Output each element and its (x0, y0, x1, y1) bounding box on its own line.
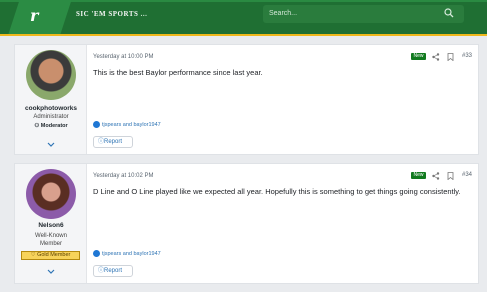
reactions-bar[interactable]: tjspears and baylor1947 (93, 250, 161, 257)
post-time[interactable]: Yesterday at 10:02 PM (93, 173, 153, 179)
avatar[interactable] (26, 169, 76, 219)
report-button[interactable]: ⓘReport (93, 136, 133, 148)
page-gutter (0, 285, 487, 292)
username[interactable]: Nelson6 (15, 222, 87, 229)
post-number[interactable]: #33 (462, 53, 472, 59)
username[interactable]: cookphotoworks (15, 105, 87, 112)
site-logo[interactable]: r (30, 6, 38, 25)
moderator-badge: ⚇ Moderator (15, 123, 87, 129)
logo-box[interactable] (8, 0, 72, 34)
gold-label: Gold Member (37, 252, 71, 258)
header-stripe (0, 0, 487, 2)
brand-text: SIC 'EM SPORTS (76, 10, 139, 18)
site-header: r SIC 'EM SPORTS ... Search... (0, 0, 487, 36)
user-column: cookphotoworks Administrator ⚇ Moderator (15, 45, 87, 154)
share-icon[interactable] (432, 53, 440, 61)
post-number[interactable]: #34 (462, 172, 472, 178)
report-label: Report (104, 139, 123, 145)
role-label: Moderator (40, 123, 68, 129)
report-button[interactable]: ⓘReport (93, 265, 133, 277)
reactions-text[interactable]: tjspears and baylor1947 (102, 251, 161, 257)
bookmark-icon[interactable] (447, 53, 454, 61)
post-time[interactable]: Yesterday at 10:00 PM (93, 54, 153, 60)
post: Nelson6 Well-Known Member ♡ Gold Member … (14, 163, 479, 284)
reaction-icon (93, 250, 100, 257)
message-area: Yesterday at 10:02 PM New #34 D Line and… (93, 164, 478, 283)
avatar[interactable] (26, 50, 76, 100)
new-badge: New (411, 172, 426, 179)
reactions-text[interactable]: tjspears and baylor1947 (102, 122, 161, 128)
post-body: D Line and O Line played like we expecte… (93, 187, 461, 196)
post-body: This is the best Baylor performance sinc… (93, 68, 263, 77)
new-badge: New (411, 53, 426, 60)
message-area: Yesterday at 10:00 PM New #33 This is th… (93, 45, 478, 154)
reaction-icon (93, 121, 100, 128)
search-placeholder: Search... (269, 10, 298, 17)
chevron-down-icon[interactable] (47, 269, 55, 275)
report-label: Report (104, 268, 123, 274)
user-column: Nelson6 Well-Known Member ♡ Gold Member (15, 164, 87, 283)
page-gutter (0, 37, 487, 44)
user-title-line2: Member (39, 241, 62, 247)
share-icon[interactable] (432, 172, 440, 180)
bookmark-icon[interactable] (447, 172, 454, 180)
search-icon[interactable] (444, 8, 454, 18)
site-brand[interactable]: SIC 'EM SPORTS ... (76, 10, 147, 18)
post: cookphotoworks Administrator ⚇ Moderator… (14, 44, 479, 155)
chevron-down-icon[interactable] (47, 142, 55, 148)
user-title-line1: Well-Known (35, 233, 67, 239)
brand-suffix: ... (140, 10, 148, 18)
user-title: Administrator (33, 114, 69, 120)
reactions-bar[interactable]: tjspears and baylor1947 (93, 121, 161, 128)
search-input[interactable]: Search... (263, 5, 464, 23)
gold-member-badge: ♡ Gold Member (21, 251, 80, 260)
